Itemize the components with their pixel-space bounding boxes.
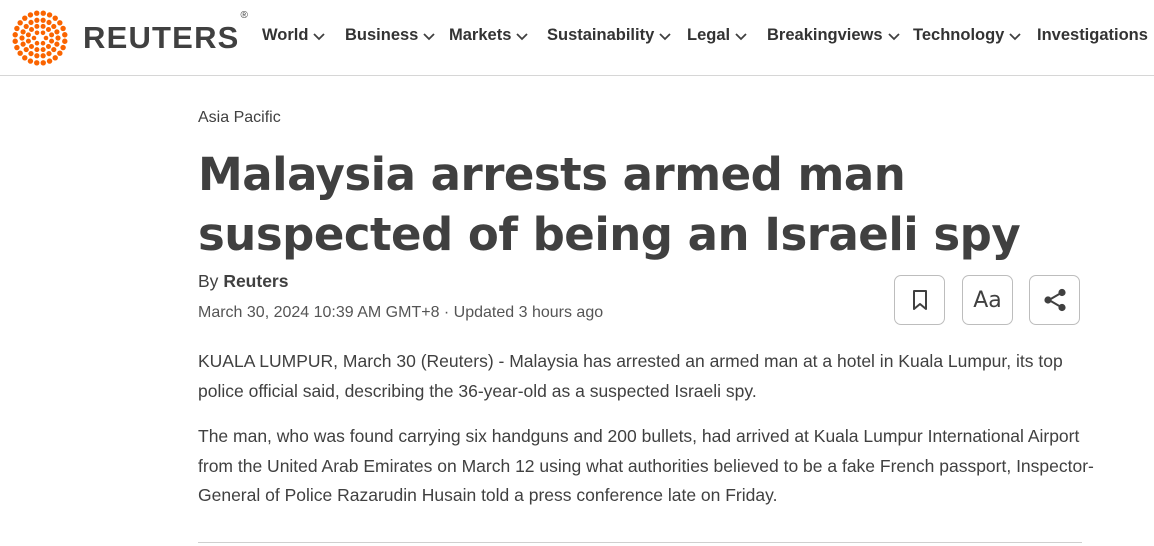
dateline: March 30, 2024 10:39 AM GMT+8 · Updated … xyxy=(198,304,604,321)
chevron-down-icon xyxy=(423,32,436,40)
article-paragraph: KUALA LUMPUR, March 30 (Reuters) - Malay… xyxy=(198,351,1063,401)
chevron-down-icon xyxy=(735,32,747,40)
section-kicker[interactable]: Asia Pacific xyxy=(198,109,281,127)
nav-item-markets[interactable]: Markets xyxy=(449,26,529,45)
byline-prefix: By xyxy=(198,271,219,291)
nav-item-sustainability[interactable]: Sustainability xyxy=(547,26,672,45)
nav-item-breakingviews[interactable]: Breakingviews xyxy=(767,26,901,45)
brand-wordmark: REUTERS® xyxy=(83,10,250,55)
reuters-logo-icon xyxy=(12,10,68,66)
article-headline: Malaysia arrests armed man suspected of … xyxy=(198,148,1021,261)
text-size-label: Aa xyxy=(973,287,1002,313)
nav-label: Legal xyxy=(687,26,731,44)
divider xyxy=(198,542,1082,543)
chevron-down-icon xyxy=(659,32,671,40)
nav-label: Investigations xyxy=(1037,26,1148,44)
chevron-down-icon xyxy=(313,32,326,40)
nav-label: Sustainability xyxy=(547,26,655,44)
chevron-down-icon xyxy=(516,32,529,40)
nav-label: World xyxy=(262,26,309,44)
bookmark-button[interactable] xyxy=(894,275,945,325)
nav-item-technology[interactable]: Technology xyxy=(913,26,1022,45)
nav-item-investigations[interactable]: Investigations xyxy=(1037,26,1148,45)
share-button[interactable] xyxy=(1029,275,1080,325)
nav-label: Markets xyxy=(449,26,512,44)
chevron-down-icon xyxy=(1009,32,1022,40)
nav-item-world[interactable]: World xyxy=(262,26,326,45)
bookmark-icon xyxy=(912,290,927,310)
share-icon xyxy=(1043,288,1066,312)
chevron-down-icon xyxy=(887,32,900,40)
nav-item-legal[interactable]: Legal xyxy=(687,26,748,45)
reuters-logo[interactable]: REUTERS® xyxy=(8,8,249,68)
author-link[interactable]: Reuters xyxy=(223,271,288,291)
nav-label: Technology xyxy=(913,26,1005,44)
site-header: REUTERS® World Business Markets Sustaina… xyxy=(0,0,1154,76)
byline: By Reuters xyxy=(198,271,288,292)
nav-label: Breakingviews xyxy=(767,26,883,44)
text-size-button[interactable]: Aa xyxy=(962,275,1013,325)
nav-label: Business xyxy=(345,26,419,44)
nav-item-business[interactable]: Business xyxy=(345,26,436,45)
article-paragraph: The man, who was found carrying six hand… xyxy=(198,426,1094,505)
